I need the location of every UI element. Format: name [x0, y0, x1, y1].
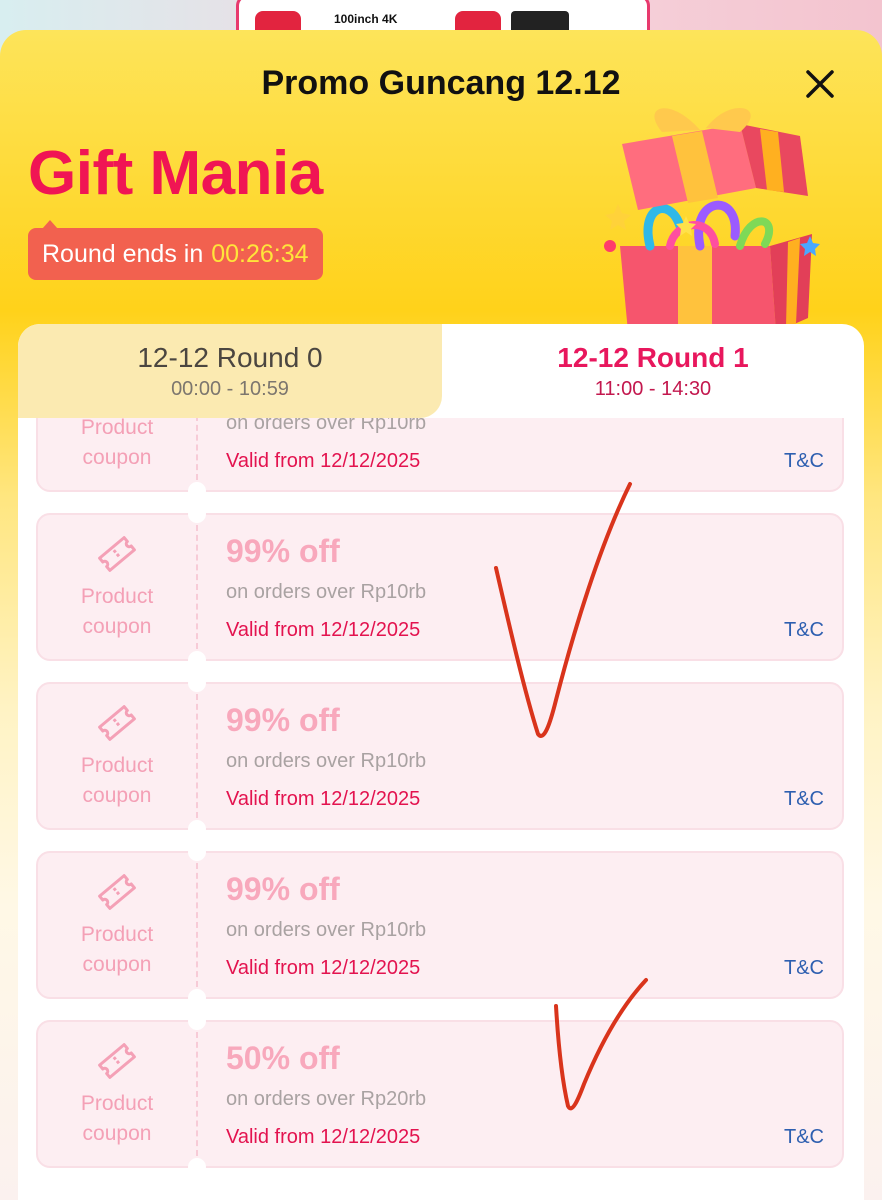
tab-round-1-name: 12-12 Round 1 [557, 341, 749, 373]
coupon-card[interactable]: Product coupon 99% off on orders over Rp… [36, 843, 844, 1007]
coupon-valid-date: Valid from 12/12/2025 [226, 957, 421, 979]
coupon-type: Product coupon [80, 585, 154, 638]
coupon-tnc-link[interactable]: T&C [784, 957, 824, 980]
coupon-discount: 99% off [226, 533, 340, 569]
timer-label: Round ends in [42, 239, 204, 268]
headline: Gift Mania [28, 139, 323, 208]
coupon-min-order: on orders over Rp10rb [226, 919, 427, 941]
background-banner-text: 100inch 4K [334, 12, 398, 26]
coupon-min-order: on orders over Rp10rb [226, 750, 427, 772]
coupon-discount: 99% off [226, 702, 340, 738]
coupon-type: Product coupon [80, 418, 154, 469]
coupon-discount: 99% off [226, 871, 340, 907]
coupon-card[interactable]: Product coupon 99% off on orders over Rp… [36, 674, 844, 838]
ticket-icon [98, 1043, 136, 1079]
tab-round-1[interactable]: 12-12 Round 1 11:00 - 14:30 [442, 324, 864, 418]
close-icon [806, 70, 834, 98]
coupon-divider [196, 863, 198, 987]
coupon-divider [196, 1032, 198, 1156]
coupon-card[interactable]: Product coupon 99% off on orders over Rp… [36, 505, 844, 669]
coupon-type-area: Product coupon [38, 1022, 196, 1166]
tab-round-0-time: 00:00 - 10:59 [171, 377, 289, 400]
coupon-type: Product coupon [80, 754, 154, 807]
coupon-card[interactable]: Product coupon 50% off on orders over Rp… [36, 1012, 844, 1176]
coupon-divider [196, 694, 198, 818]
coupon-tnc-link[interactable]: T&C [784, 1126, 824, 1149]
coupon-tnc-link[interactable]: T&C [784, 619, 824, 642]
coupon-type: Product coupon [80, 923, 154, 976]
tab-round-0-name: 12-12 Round 0 [137, 341, 323, 373]
ticket-icon [98, 705, 136, 741]
coupon-list[interactable]: Product coupon on orders over Rp10rb Val… [18, 418, 864, 1200]
coupon-valid-date: Valid from 12/12/2025 [226, 619, 421, 641]
coupon-valid-date: Valid from 12/12/2025 [226, 450, 421, 472]
coupon-type-area: Product coupon [38, 515, 196, 659]
timer-pointer [42, 220, 58, 229]
coupon-divider [196, 525, 198, 649]
round-panel: 12-12 Round 0 00:00 - 10:59 12-12 Round … [18, 324, 864, 1200]
ticket-icon [98, 536, 136, 572]
ticket-icon [98, 874, 136, 910]
round-timer: Round ends in 00:26:34 [28, 220, 323, 280]
coupon-min-order: on orders over Rp10rb [226, 581, 427, 603]
promo-modal: Promo Guncang 12.12 Gift Mania Round end… [0, 30, 882, 1200]
gift-box-icon [604, 107, 820, 332]
tab-round-1-time: 11:00 - 14:30 [594, 377, 712, 400]
coupon-card[interactable]: Product coupon on orders over Rp10rb Val… [36, 418, 844, 500]
timer-countdown: 00:26:34 [211, 239, 309, 268]
coupon-valid-date: Valid from 12/12/2025 [226, 788, 421, 810]
coupon-discount: 50% off [226, 1040, 340, 1076]
coupon-type-area: Product coupon [38, 853, 196, 997]
coupon-type-area: Product coupon [38, 418, 196, 490]
coupon-tnc-link[interactable]: T&C [784, 450, 824, 473]
coupon-type: Product coupon [80, 1092, 154, 1145]
coupon-valid-date: Valid from 12/12/2025 [226, 1126, 421, 1148]
coupon-divider [196, 418, 198, 480]
tab-round-0[interactable]: 12-12 Round 0 00:00 - 10:59 [18, 324, 442, 418]
coupon-min-order: on orders over Rp20rb [226, 1088, 427, 1110]
coupon-type-area: Product coupon [38, 684, 196, 828]
coupon-tnc-link[interactable]: T&C [784, 788, 824, 811]
coupon-min-order: on orders over Rp10rb [226, 418, 427, 434]
